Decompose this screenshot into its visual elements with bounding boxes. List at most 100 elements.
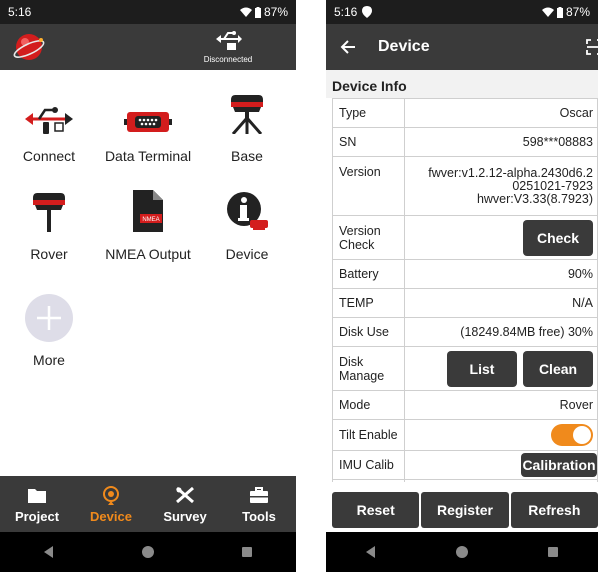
grid-item-data-terminal[interactable]: Data Terminal xyxy=(99,86,197,184)
app-logo-icon xyxy=(13,34,45,60)
nav-home-icon[interactable] xyxy=(455,545,469,559)
version-line-build: 0251021-7923 xyxy=(512,178,593,193)
nav-recents-icon[interactable] xyxy=(546,545,560,559)
status-bar-right: 5:16 87% xyxy=(326,0,598,24)
page-title: Device xyxy=(378,38,430,55)
section-title: Device Info xyxy=(326,70,598,98)
survey-icon xyxy=(176,486,194,504)
table-row: Type Oscar xyxy=(332,98,598,128)
usb-status-label: Disconnected xyxy=(203,55,253,64)
toggle-knob xyxy=(573,426,591,444)
table-row: Disk Manage List Clean xyxy=(332,346,598,391)
grid-label-connect: Connect xyxy=(22,148,76,164)
row-key-disk-use: Disk Use xyxy=(332,317,405,347)
tab-survey-label: Survey xyxy=(163,509,207,524)
tab-survey[interactable]: Survey xyxy=(148,476,222,532)
grid-item-more[interactable]: More xyxy=(0,284,98,382)
svg-text:NMEA: NMEA xyxy=(142,217,159,223)
clean-button[interactable]: Clean xyxy=(523,350,593,387)
grid-label-device: Device xyxy=(225,246,269,262)
table-row: Tilt Enable xyxy=(332,419,598,451)
row-key-mode: Mode xyxy=(332,390,405,420)
nav-recents-icon[interactable] xyxy=(240,545,254,559)
status-battery: 87% xyxy=(263,5,288,19)
table-row: Mode Rover xyxy=(332,390,598,420)
system-nav-bar xyxy=(0,532,296,572)
folder-icon xyxy=(28,489,46,503)
battery-icon xyxy=(254,6,261,18)
tab-project[interactable]: Project xyxy=(0,476,74,532)
nav-back-icon[interactable] xyxy=(42,545,56,559)
device-info-table[interactable]: Type Oscar SN 598***08883 Version fwver:… xyxy=(332,98,598,482)
device-top-bar: Device xyxy=(326,24,598,70)
row-value-disk-manage: List Clean xyxy=(404,346,598,391)
status-time-right: 5:16 xyxy=(334,5,358,19)
system-nav-bar-right xyxy=(326,532,598,572)
action-bar: Reset Register Refresh xyxy=(326,486,598,532)
row-value-tilt xyxy=(404,419,598,451)
tilt-enable-toggle[interactable] xyxy=(551,424,593,446)
row-key-imu: IMU Calib xyxy=(332,450,405,480)
main-grid: Connect Data Terminal Base Rover NMEA NM… xyxy=(0,70,296,476)
grid-label-data-terminal: Data Terminal xyxy=(104,148,192,164)
nav-home-icon[interactable] xyxy=(141,545,155,559)
grid-item-base[interactable]: Base xyxy=(198,86,296,184)
tab-tools-label: Tools xyxy=(242,509,276,524)
grid-label-more: More xyxy=(33,352,65,368)
table-row: TEMP N/A xyxy=(332,288,598,318)
tab-device[interactable]: Device xyxy=(74,476,148,532)
row-key-temp: TEMP xyxy=(332,288,405,318)
usb-icon xyxy=(25,107,73,134)
row-key-sn: SN xyxy=(332,127,405,157)
back-arrow-icon[interactable] xyxy=(340,39,356,55)
register-button[interactable]: Register xyxy=(421,492,509,528)
toolbox-icon xyxy=(250,487,268,503)
row-value-type: Oscar xyxy=(404,98,598,128)
battery-icon-right xyxy=(556,6,563,18)
calibration-button[interactable]: Calibration xyxy=(521,453,597,477)
tab-device-label: Device xyxy=(90,509,132,524)
nmea-file-icon: NMEA xyxy=(133,190,163,232)
check-button[interactable]: Check xyxy=(523,219,593,256)
row-value-disk-use: (18249.84MB free) 30% xyxy=(404,317,598,347)
device-info-icon xyxy=(227,192,268,230)
left-screen: 5:16 87% Disconnected Connect Data Termi… xyxy=(0,0,296,572)
row-value-version-check: Check xyxy=(404,215,598,260)
row-value-mode: Rover xyxy=(404,390,598,420)
row-key-blank xyxy=(332,479,405,482)
list-button[interactable]: List xyxy=(447,350,517,387)
wifi-icon-right xyxy=(541,7,554,17)
row-key-line: Disk xyxy=(339,354,364,369)
nav-back-icon[interactable] xyxy=(364,545,378,559)
serial-port-icon xyxy=(124,112,172,132)
row-key-tilt: Tilt Enable xyxy=(332,419,405,451)
row-value-blank xyxy=(404,479,598,482)
row-key-disk-manage: Disk Manage xyxy=(332,346,405,391)
grid-item-connect[interactable]: Connect xyxy=(0,86,98,184)
location-icon xyxy=(362,6,373,18)
usb-status[interactable]: Disconnected xyxy=(196,30,260,64)
table-row: Version Check Check xyxy=(332,215,598,260)
device-tab-icon xyxy=(103,486,119,505)
tab-project-label: Project xyxy=(14,509,60,524)
grid-label-base: Base xyxy=(231,148,263,164)
refresh-button[interactable]: Refresh xyxy=(510,492,598,528)
table-row: SN 598***08883 xyxy=(332,127,598,157)
reset-button[interactable]: Reset xyxy=(332,492,420,528)
status-bar: 5:16 87% xyxy=(0,0,296,24)
wifi-icon xyxy=(239,7,252,17)
row-key-type: Type xyxy=(332,98,405,128)
tab-tools[interactable]: Tools xyxy=(222,476,296,532)
base-station-icon xyxy=(231,95,263,134)
grid-item-nmea-output[interactable]: NMEA NMEA Output xyxy=(99,184,197,282)
grid-item-device[interactable]: Device xyxy=(198,184,296,282)
scan-icon[interactable] xyxy=(586,39,598,55)
table-row xyxy=(332,479,598,482)
grid-item-rover[interactable]: Rover xyxy=(0,184,98,282)
grid-label-rover: Rover xyxy=(30,246,68,262)
table-row: Battery 90% xyxy=(332,259,598,289)
version-line-fw: fwver:v1.2.12-alpha.2430d6.2 xyxy=(428,165,593,180)
usb-connection-icon xyxy=(216,31,242,50)
rover-receiver-icon xyxy=(33,193,65,232)
table-row: Disk Use (18249.84MB free) 30% xyxy=(332,317,598,347)
